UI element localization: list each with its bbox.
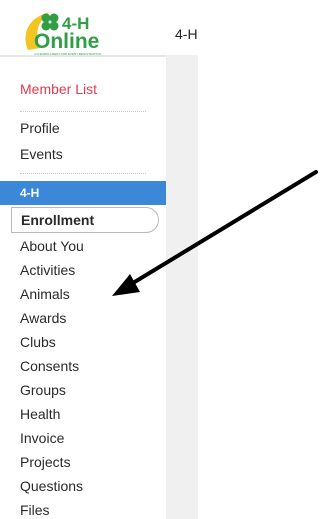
sidebar-item-files[interactable]: Files <box>20 502 50 518</box>
section-header-4h[interactable]: 4-H <box>0 181 166 205</box>
sidebar-item-animals[interactable]: Animals <box>20 286 70 302</box>
sidebar-item-consents[interactable]: Consents <box>20 358 79 374</box>
sidebar-item-projects[interactable]: Projects <box>20 454 71 470</box>
divider <box>20 111 146 112</box>
sidebar-item-invoice[interactable]: Invoice <box>20 430 64 446</box>
sidebar-item-activities[interactable]: Activities <box>20 262 75 278</box>
clover-icon <box>41 13 59 31</box>
sidebar-item-events[interactable]: Events <box>20 146 63 162</box>
logo-bottom-text: Online <box>34 30 99 53</box>
sidebar-item-groups[interactable]: Groups <box>20 382 66 398</box>
sidebar-item-clubs[interactable]: Clubs <box>20 334 56 350</box>
sidebar-item-profile[interactable]: Profile <box>20 120 60 136</box>
member-list-link[interactable]: Member List <box>20 81 97 97</box>
sidebar-item-awards[interactable]: Awards <box>20 310 66 326</box>
sidebar: 4-H Online 4-H ENROLLMENT AND EVENT REGI… <box>0 0 166 519</box>
4h-online-logo[interactable]: 4-H Online 4-H ENROLLMENT AND EVENT REGI… <box>20 8 150 58</box>
header-divider <box>0 55 166 57</box>
sidebar-item-about-you[interactable]: About You <box>20 238 84 254</box>
sidebar-item-enrollment[interactable]: Enrollment <box>11 207 159 233</box>
sidebar-item-health[interactable]: Health <box>20 406 60 422</box>
section-title: 4-H <box>20 186 40 200</box>
divider <box>20 173 146 174</box>
sidebar-item-questions[interactable]: Questions <box>20 478 83 494</box>
page-header-title: 4-H <box>175 26 198 42</box>
content-panel <box>166 55 198 519</box>
enrollment-label: Enrollment <box>21 212 95 228</box>
